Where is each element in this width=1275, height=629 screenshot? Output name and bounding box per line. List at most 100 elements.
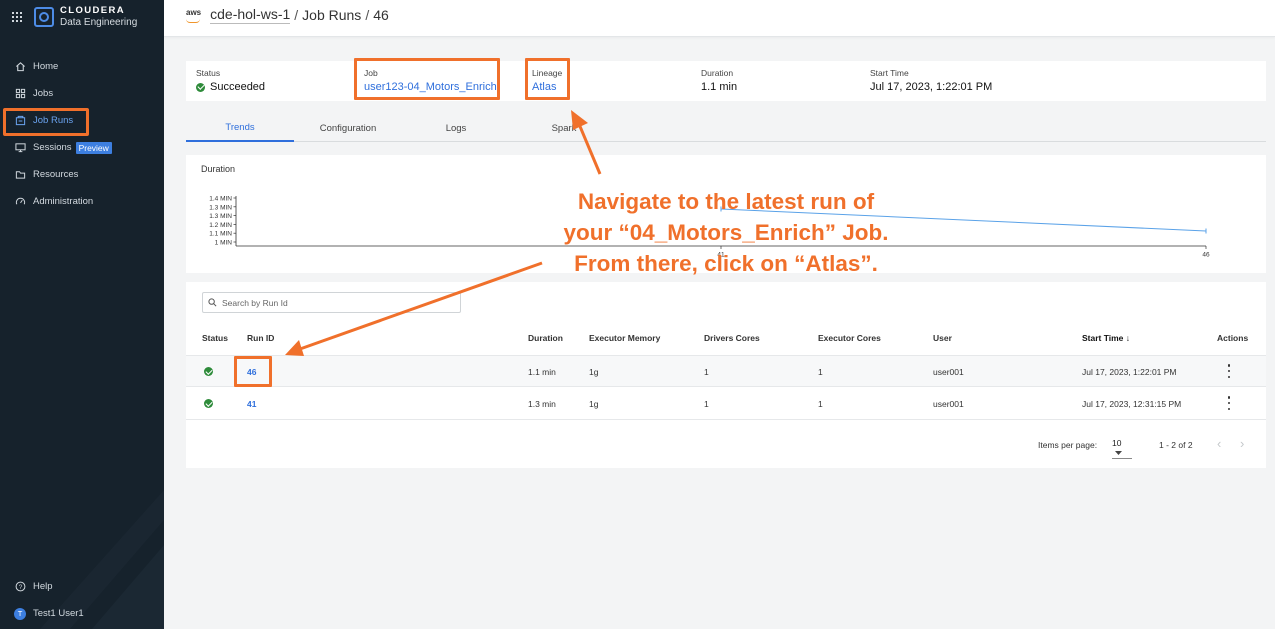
preview-badge: Preview (75, 141, 112, 154)
sidebar: CLOUDERA Data Engineering Home Jobs Job … (0, 0, 164, 629)
home-icon (14, 61, 26, 73)
search-input[interactable] (222, 297, 442, 308)
job-runs-table: Status Run ID Duration Executor Memory D… (186, 282, 1266, 468)
breadcrumb-workspace[interactable]: cde-hol-ws-1 (210, 6, 291, 24)
cloudera-logo-icon (34, 7, 54, 27)
success-icon (204, 367, 213, 376)
sidebar-item-user[interactable]: T Test1 User1 (0, 600, 164, 627)
column-header-actions: Actions (1217, 333, 1249, 343)
tab-spark[interactable]: Spark (510, 114, 618, 142)
annotation-callout: Navigate to the latest run of your “04_M… (546, 186, 906, 279)
brand-name: CLOUDERA (60, 5, 126, 16)
column-header-user[interactable]: User (933, 333, 952, 343)
chevron-left-icon[interactable]: ‹ (1217, 436, 1221, 451)
run-tabs: Trends Configuration Logs Spark (186, 114, 1266, 142)
highlight-box-job (354, 58, 500, 100)
search-box[interactable] (202, 292, 461, 313)
status-value: Succeeded (210, 81, 266, 93)
items-per-page-value: 10 (1112, 438, 1122, 448)
column-header-drivers-cores[interactable]: Drivers Cores (704, 333, 760, 343)
help-icon: ? (14, 581, 26, 593)
table-row[interactable]: 46 1.1 min 1g 1 1 user001 Jul 17, 2023, … (186, 355, 1266, 387)
app-grid-icon[interactable] (12, 12, 22, 22)
more-actions-icon[interactable] (1227, 364, 1231, 378)
column-header-run-id[interactable]: Run ID (247, 333, 274, 343)
column-header-executor-memory[interactable]: Executor Memory (589, 333, 660, 343)
annotation-line: From there, click on “Atlas”. (574, 251, 878, 276)
sidebar-item-jobs[interactable]: Jobs (0, 80, 164, 107)
top-bar: aws cde-hol-ws-1 / Job Runs / 46 (164, 0, 1275, 37)
aws-icon: aws (186, 7, 202, 23)
tab-trends[interactable]: Trends (186, 114, 294, 142)
success-icon (196, 82, 205, 92)
sidebar-item-home[interactable]: Home (0, 53, 164, 80)
run-id-link[interactable]: 41 (247, 399, 256, 409)
sidebar-item-job-runs[interactable]: Job Runs (0, 107, 164, 136)
sidebar-item-label: Home (33, 61, 59, 72)
column-header-start-time[interactable]: Start Time ↓ (1082, 333, 1130, 343)
executor-memory-cell: 1g (589, 399, 599, 409)
jobs-icon (14, 88, 26, 100)
table-row[interactable]: 41 1.3 min 1g 1 1 user001 Jul 17, 2023, … (186, 388, 1266, 420)
items-per-page-select[interactable]: 10 (1112, 438, 1132, 459)
run-summary: Status Succeeded Job user123-04_Motors_E… (186, 58, 1266, 101)
pagination-range: 1 - 2 of 2 (1159, 440, 1193, 450)
y-tick-label: 1 MIN (215, 240, 233, 247)
tab-logs[interactable]: Logs (402, 114, 510, 142)
success-icon (204, 399, 213, 408)
brand-product: Data Engineering (60, 17, 138, 28)
x-tick-label: 46 (1202, 252, 1210, 259)
start-time-cell: Jul 17, 2023, 1:22:01 PM (1082, 367, 1177, 377)
sessions-icon (14, 142, 26, 154)
search-icon (208, 298, 217, 307)
duration-value: 1.1 min (701, 81, 738, 93)
more-actions-icon[interactable] (1227, 396, 1231, 410)
start-time-header-label: Start Time (1082, 333, 1124, 343)
sidebar-item-administration[interactable]: Administration (0, 188, 164, 215)
chevron-right-icon[interactable]: › (1240, 436, 1244, 451)
duration-cell: 1.3 min (528, 399, 556, 409)
drivers-cores-cell: 1 (704, 399, 709, 409)
user-name: Test1 User1 (33, 608, 84, 619)
highlight-box-run-46 (234, 356, 272, 387)
sidebar-item-help[interactable]: ? Help (0, 573, 164, 600)
summary-duration: Duration 1.1 min (701, 68, 737, 93)
annotation-line: Navigate to the latest run of (577, 189, 875, 214)
svg-text:?: ? (18, 584, 22, 591)
resources-icon (14, 169, 26, 181)
brand[interactable]: CLOUDERA Data Engineering (12, 6, 137, 28)
column-header-status: Status (202, 333, 228, 343)
highlight-box-atlas (525, 58, 570, 100)
breadcrumb-job-runs[interactable]: Job Runs (302, 7, 361, 23)
column-header-executor-cores[interactable]: Executor Cores (818, 333, 881, 343)
executor-cores-cell: 1 (818, 367, 823, 377)
summary-status: Status Succeeded (196, 68, 265, 93)
sidebar-item-label: Resources (33, 169, 79, 180)
sidebar-item-label: Help (33, 581, 53, 592)
user-cell: user001 (933, 399, 964, 409)
executor-cores-cell: 1 (818, 399, 823, 409)
sidebar-item-sessions[interactable]: Sessions Preview (0, 134, 164, 161)
breadcrumb-run-id: 46 (373, 7, 389, 23)
chevron-down-icon (1115, 451, 1122, 455)
duration-label: Duration (701, 68, 734, 78)
column-header-duration[interactable]: Duration (528, 333, 563, 343)
sidebar-item-resources[interactable]: Resources (0, 161, 164, 188)
breadcrumb: aws cde-hol-ws-1 / Job Runs / 46 (186, 6, 389, 24)
y-tick-label: 1.3 MIN (209, 213, 232, 220)
tab-configuration[interactable]: Configuration (294, 114, 402, 142)
highlight-box-job-runs (3, 108, 89, 136)
sort-desc-icon: ↓ (1125, 333, 1131, 343)
administration-icon (14, 196, 26, 208)
start-time-value: Jul 17, 2023, 1:22:01 PM (870, 81, 993, 93)
sidebar-item-label: Jobs (33, 88, 54, 99)
executor-memory-cell: 1g (589, 367, 599, 377)
summary-start-time: Start Time Jul 17, 2023, 1:22:01 PM (870, 68, 992, 93)
status-label: Status (196, 68, 221, 78)
sidebar-item-label: Sessions (33, 142, 72, 153)
sidebar-footer: ? Help T Test1 User1 (0, 573, 164, 627)
y-tick-label: 1.1 MIN (209, 231, 232, 238)
sidebar-item-label: Administration (33, 196, 94, 207)
y-tick-label: 1.3 MIN (209, 204, 232, 211)
y-tick-label: 1.4 MIN (209, 196, 232, 203)
